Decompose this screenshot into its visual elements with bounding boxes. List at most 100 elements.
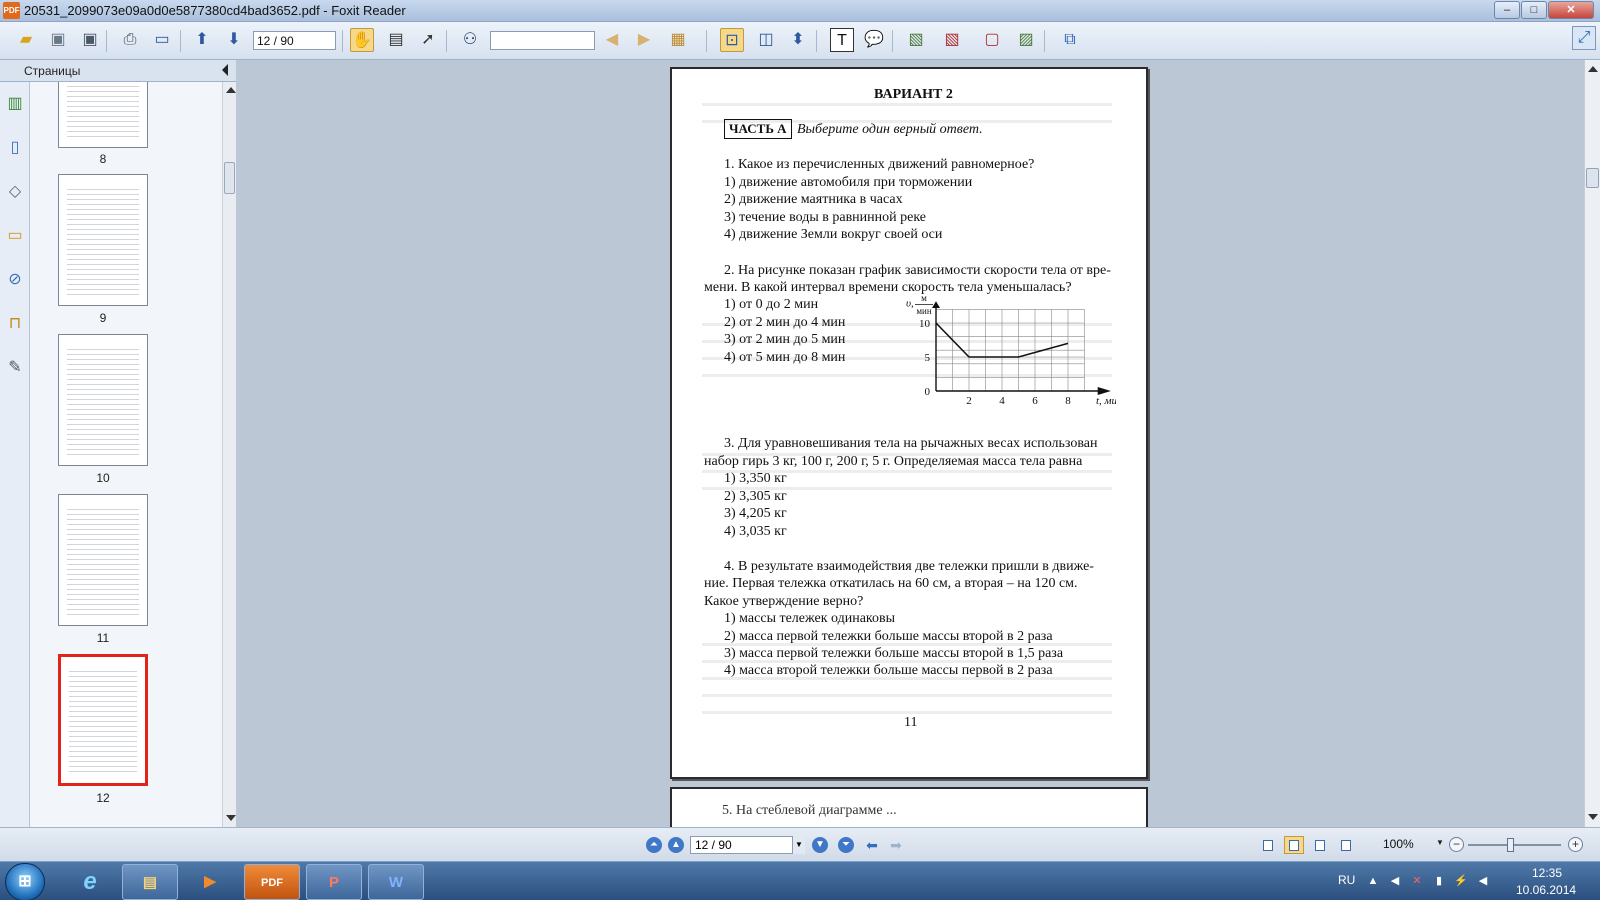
powerpoint-icon[interactable]: P <box>306 864 362 900</box>
typewriter-icon[interactable]: T <box>830 28 854 52</box>
pdf-export-icon[interactable]: ▢ <box>980 28 1004 52</box>
zoom-dropdown-icon[interactable]: ▼ <box>1436 838 1444 847</box>
zoom-level[interactable]: 100% <box>1383 837 1414 851</box>
windows-taskbar: ⊞ e ▤ ▶ PDF P W RU ▲ ◀ ✕ ▮ ⚡ ◀ 12:35 10.… <box>0 861 1600 900</box>
x-axis-arrow <box>1097 387 1111 395</box>
prev-page-status-icon[interactable]: ▲ <box>668 837 684 853</box>
zoom-slider-track[interactable] <box>1468 844 1561 846</box>
thumbnail-page-8[interactable] <box>58 82 148 148</box>
text-select-icon[interactable]: ▤ <box>384 28 408 52</box>
prev-page-icon[interactable]: ⬆ <box>190 28 214 52</box>
find-binoculars-icon[interactable]: ⚇ <box>458 28 482 52</box>
bookmarks-icon[interactable]: ▯ <box>4 136 26 160</box>
volume-icon[interactable]: ◀ <box>1476 874 1490 888</box>
q3-option: 4) 3,035 кг <box>724 524 787 539</box>
fit-width-icon[interactable]: ◫ <box>754 28 778 52</box>
pdf-create-icon[interactable]: ▧ <box>904 28 928 52</box>
collapse-panel-icon[interactable] <box>222 64 228 76</box>
thumbnail-page-9[interactable] <box>58 174 148 306</box>
page-setup-icon[interactable]: ▦ <box>666 28 690 52</box>
zoom-in-icon[interactable]: + <box>1568 837 1583 852</box>
security-lock-icon[interactable]: ⊓ <box>4 312 26 336</box>
pages-panel-title: Страницы <box>24 64 81 78</box>
last-page-icon[interactable]: ⏷ <box>838 837 854 853</box>
y-tick-label: 10 <box>919 318 931 330</box>
velocity-time-graph: 2 4 6 8 0 5 10 t, мин υ, м мин <box>906 295 1116 407</box>
file-explorer-icon[interactable]: ▤ <box>122 864 178 900</box>
sidebar-tool-strip: ▥ ▯ ◇ ▭ ⊘ ⊓ ✎ <box>0 82 30 827</box>
speaker-mute-icon[interactable]: ◀ <box>1388 874 1402 888</box>
q2-option: 4) от 5 мин до 8 мин <box>724 350 846 365</box>
continuous-view-icon[interactable] <box>1284 836 1304 854</box>
expand-view-icon[interactable]: ⤢ <box>1572 26 1596 50</box>
q1-option: 1) движение автомобиля при торможении <box>724 175 973 190</box>
pages-icon[interactable]: ▥ <box>4 92 26 116</box>
power-icon[interactable]: ⚡ <box>1454 874 1468 888</box>
internet-explorer-icon[interactable]: e <box>62 864 118 900</box>
forward-arrow-icon[interactable]: ➡ <box>888 837 904 853</box>
continuous-facing-view-icon[interactable] <box>1336 836 1356 854</box>
back-arrow-icon[interactable]: ⬅ <box>864 837 880 853</box>
hand-tool-icon[interactable]: ✋ <box>350 28 374 52</box>
word-icon[interactable]: W <box>368 864 424 900</box>
comments-icon[interactable]: ▭ <box>4 224 26 248</box>
open-folder-icon[interactable]: ▰ <box>14 28 38 52</box>
next-page-status-icon[interactable]: ▼ <box>812 837 828 853</box>
foxit-app-icon[interactable]: PDF <box>3 2 20 19</box>
q1-option: 3) течение воды в равнинной реке <box>724 210 927 225</box>
thumbnail-label: 8 <box>99 152 107 166</box>
clock-time[interactable]: 12:35 <box>1532 866 1562 880</box>
minimize-button[interactable]: ‒ <box>1494 1 1520 19</box>
signature-icon[interactable]: ✎ <box>4 356 26 380</box>
network-icon[interactable]: ✕ <box>1410 874 1424 888</box>
status-page-input[interactable] <box>690 836 804 854</box>
close-button[interactable]: ✕ <box>1548 1 1594 19</box>
save-all-icon[interactable]: ▣ <box>78 28 102 52</box>
language-indicator[interactable]: RU <box>1338 873 1355 887</box>
show-hidden-icons[interactable]: ▲ <box>1366 874 1380 888</box>
attachments-icon[interactable]: ⊘ <box>4 268 26 292</box>
page-dropdown-icon[interactable]: ▼ <box>792 836 805 854</box>
x-axis-label: t, мин <box>1096 395 1116 407</box>
single-page-view-icon[interactable] <box>1258 836 1278 854</box>
fit-visible-icon[interactable]: ⬍ <box>786 28 810 52</box>
x-tick-label: 2 <box>966 395 972 407</box>
q3-option: 3) 4,205 кг <box>724 506 787 521</box>
clock-date[interactable]: 10.06.2014 <box>1516 883 1576 897</box>
start-button[interactable]: ⊞ <box>5 863 45 900</box>
thumbnail-page-10[interactable] <box>58 334 148 466</box>
window-switch-icon[interactable]: ⧉ <box>1058 28 1082 52</box>
comment-icon[interactable]: 💬 <box>862 28 886 52</box>
document-scrollbar[interactable] <box>1584 60 1600 827</box>
question-1: 1. Какое из перечисленных движений равно… <box>724 157 1035 172</box>
q4-option: 3) масса первой тележки больше массы вто… <box>724 646 1064 661</box>
next-page-icon[interactable]: ⬇ <box>222 28 246 52</box>
save-icon[interactable]: ▣ <box>46 28 70 52</box>
print-icon[interactable]: ⎙ <box>118 28 142 52</box>
foxit-reader-icon[interactable]: PDF <box>244 864 300 900</box>
find-input[interactable] <box>490 31 595 50</box>
fit-page-icon[interactable]: ⊡ <box>720 28 744 52</box>
layers-icon[interactable]: ◇ <box>4 180 26 204</box>
zoom-slider-handle[interactable] <box>1506 838 1514 852</box>
media-player-icon[interactable]: ▶ <box>182 864 238 900</box>
device-icon[interactable]: ▮ <box>1432 874 1446 888</box>
email-icon[interactable]: ▭ <box>150 28 174 52</box>
document-view[interactable]: ВАРИАНТ 2 ЧАСТЬ А Выберите один верный о… <box>240 60 1584 827</box>
page-number-input[interactable] <box>253 31 336 50</box>
select-arrow-icon[interactable]: ➚ <box>416 28 440 52</box>
pdf-merge-icon[interactable]: ▨ <box>1014 28 1038 52</box>
thumbnail-scrollbar[interactable] <box>222 82 236 827</box>
question-4-line: Какое утверждение верно? <box>704 594 864 609</box>
first-page-icon[interactable]: ⏶ <box>646 837 662 853</box>
pdf-convert-icon[interactable]: ▧ <box>940 28 964 52</box>
thumbnail-label: 11 <box>96 631 110 645</box>
next-find-icon[interactable]: ▶ <box>632 28 656 52</box>
zoom-out-icon[interactable]: − <box>1449 837 1464 852</box>
facing-view-icon[interactable] <box>1310 836 1330 854</box>
thumbnail-page-11[interactable] <box>58 494 148 626</box>
maximize-button[interactable]: □ <box>1521 1 1547 19</box>
question-2-line: 2. На рисунке показан график зависимости… <box>724 263 1111 278</box>
prev-find-icon[interactable]: ◀ <box>600 28 624 52</box>
thumbnail-page-12[interactable] <box>58 654 148 786</box>
